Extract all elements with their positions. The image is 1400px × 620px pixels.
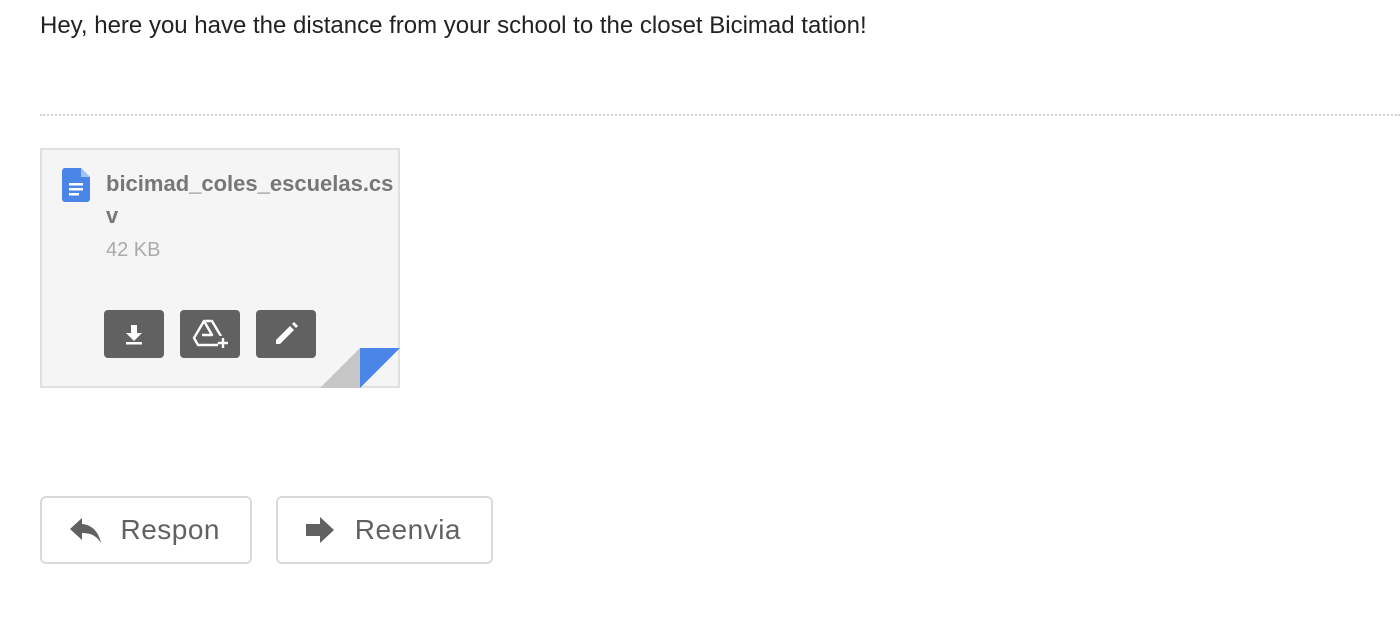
attachments-divider: [40, 114, 1400, 116]
respond-label: Respon: [120, 514, 220, 545]
forward-arrow-icon: [304, 515, 337, 545]
reply-actions: Respon Reenvia: [40, 496, 493, 564]
pencil-icon: [272, 320, 300, 348]
forward-label: Reenvia: [354, 514, 461, 545]
reply-arrow-icon: [68, 515, 102, 545]
save-to-drive-button[interactable]: [180, 310, 240, 358]
drive-add-icon: [192, 318, 228, 350]
attachment-file-size: 42 KB: [106, 239, 161, 261]
document-icon: [62, 168, 90, 202]
corner-fold-icon: [320, 348, 400, 388]
respond-button[interactable]: Respon: [40, 496, 252, 564]
attachment-file-name: bicimad_coles_escuelas.csv: [106, 171, 394, 228]
edit-button[interactable]: [256, 310, 316, 358]
attachment-card[interactable]: bicimad_coles_escuelas.csv 42 KB: [40, 148, 400, 388]
download-button[interactable]: [104, 310, 164, 358]
download-icon: [123, 323, 145, 345]
message-body-text: Hey, here you have the distance from you…: [40, 12, 867, 39]
email-message-view: Hey, here you have the distance from you…: [0, 0, 1400, 620]
attachment-actions: [104, 310, 316, 358]
forward-button[interactable]: Reenvia: [276, 496, 493, 564]
